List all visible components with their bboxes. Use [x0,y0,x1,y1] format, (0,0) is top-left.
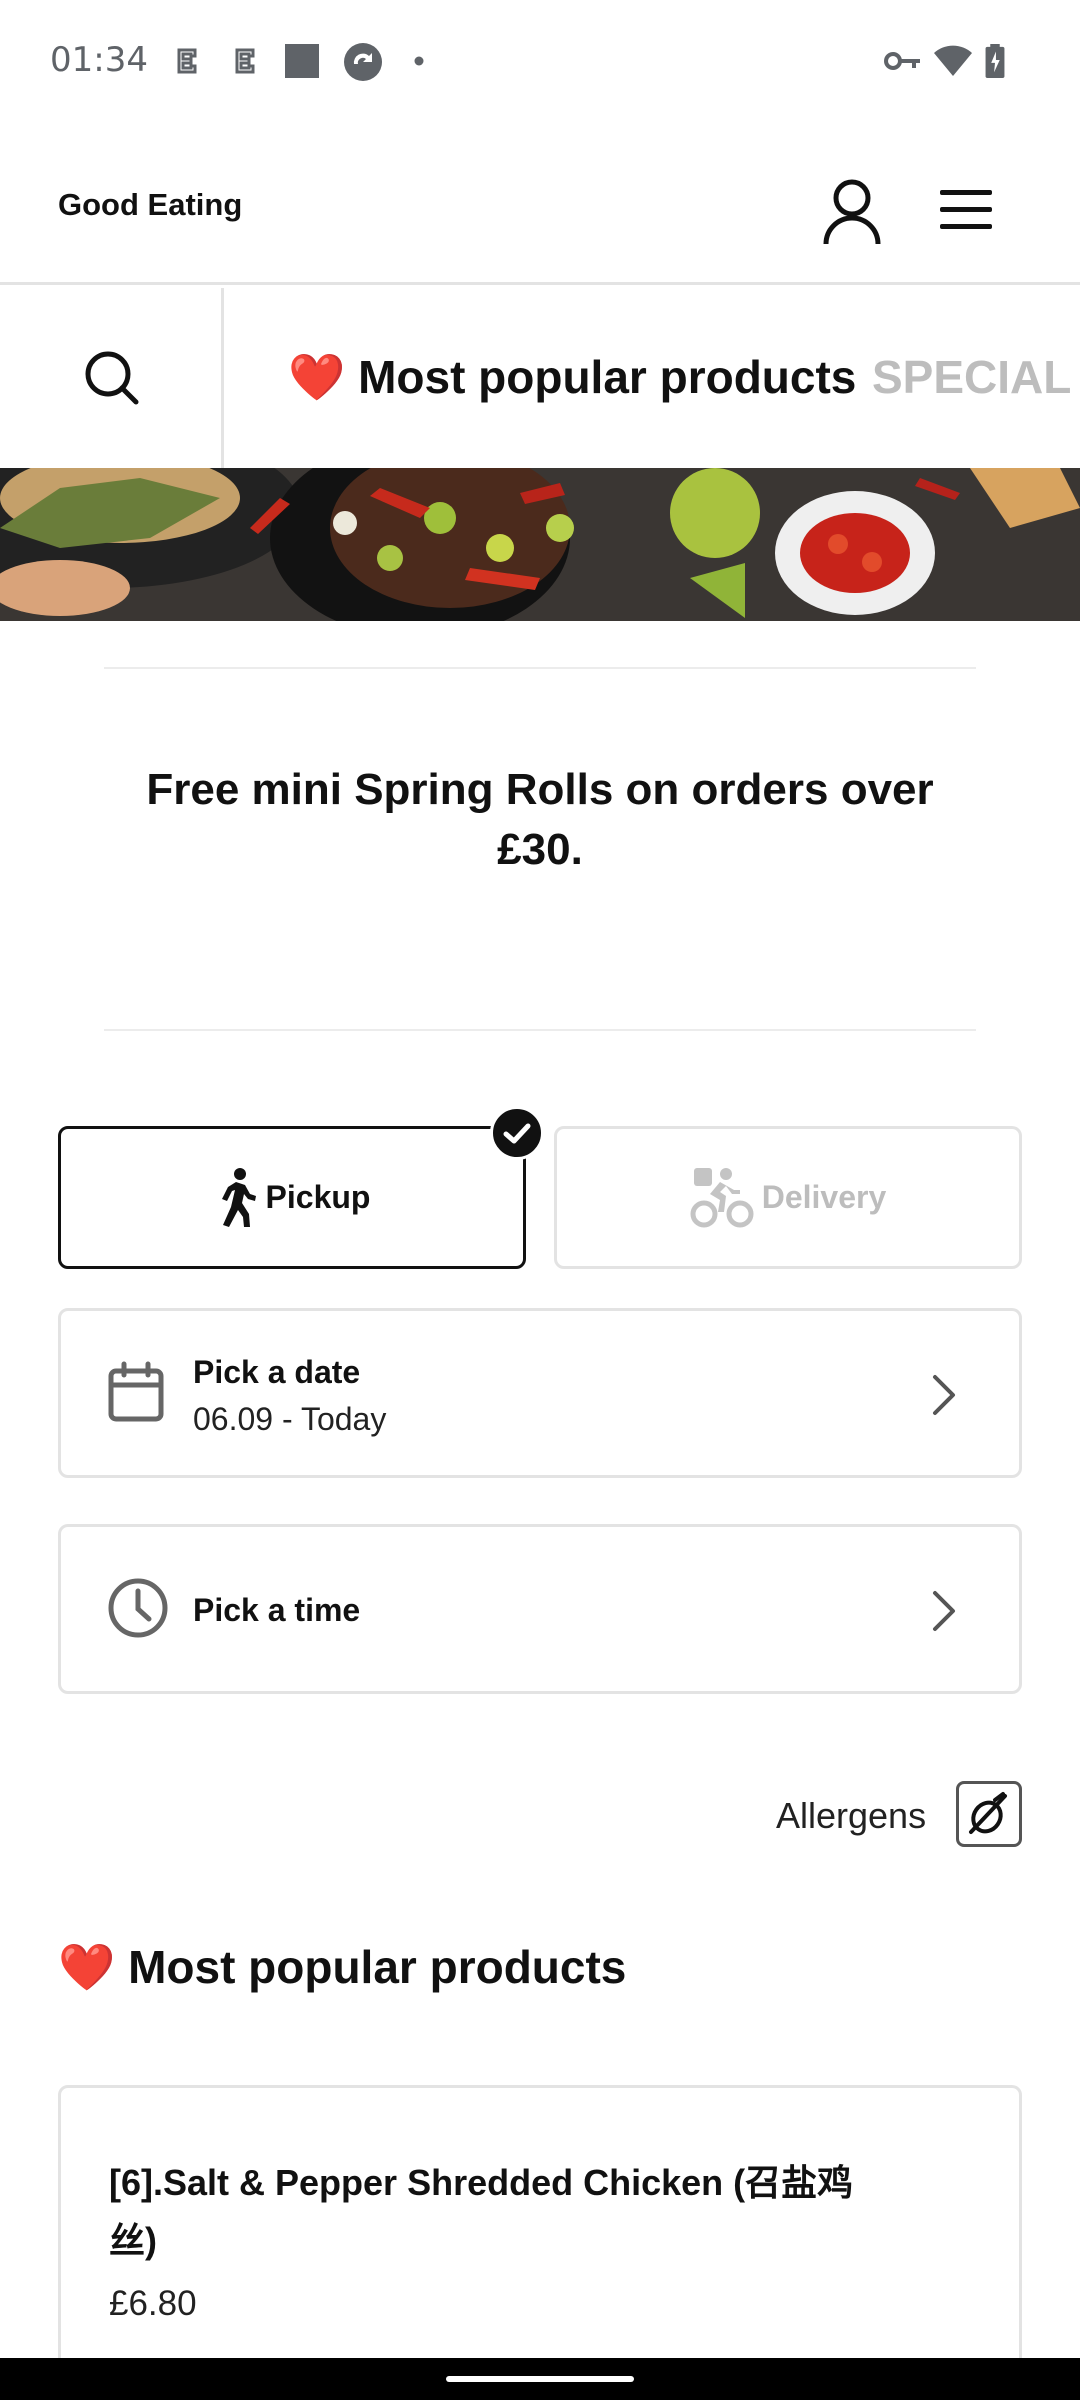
search-button[interactable] [0,288,224,468]
brand-name[interactable]: Good Eating [58,187,242,223]
divider [104,667,976,669]
date-picker-value: 06.09 - Today [193,1401,387,1437]
food-banner-image [0,468,1080,621]
category-bar: ❤️ Most popular products SPECIAL S [0,288,1080,468]
walking-person-icon [221,1167,256,1227]
notification-sync-icon [344,43,382,81]
category-tab-most-popular[interactable]: ❤️ Most popular products [288,350,856,405]
clock-icon [108,1578,168,1638]
status-time: 01:34 [50,40,148,80]
date-picker[interactable]: Pick a date 06.09 - Today [58,1308,1022,1478]
vpn-key-icon [884,52,920,70]
notification-square-icon [285,44,319,78]
allergen-filter-icon [969,1792,1007,1834]
pickup-label: Pickup [265,1179,371,1215]
notification-dot-icon [414,56,424,66]
bicycle-courier-icon [690,1167,754,1227]
checkmark-icon [503,1123,531,1144]
notification-app-icon [177,48,197,74]
app-header: Good Eating [0,125,1080,285]
notification-app-icon-2 [235,48,255,74]
section-title-text: Most popular products [128,1941,627,1993]
date-picker-title: Pick a date [193,1354,361,1390]
section-title-most-popular: ❤️ Most popular products [58,1940,626,1995]
wifi-icon [934,45,972,76]
user-icon[interactable] [812,170,892,250]
home-gesture-handle[interactable] [446,2376,634,2382]
battery-charging-icon [985,44,1005,78]
allergens-label[interactable]: Allergens [776,1795,926,1837]
hamburger-menu-icon[interactable] [930,180,1000,240]
product-price: £6.80 [109,2284,197,2323]
divider [104,1029,976,1031]
chevron-right-icon [933,1375,955,1415]
time-picker-title: Pick a time [193,1592,361,1628]
time-picker[interactable]: Pick a time [58,1524,1022,1694]
promo-message: Free mini Spring Rolls on orders over £3… [146,765,934,874]
heart-icon: ❤️ [288,351,346,403]
category-tab-label: Most popular products [358,351,857,403]
selected-check-badge [490,1106,544,1160]
product-name: [6].Salt & Pepper Shredded Chicken (召盐鸡丝… [109,2162,854,2261]
search-icon [85,351,139,405]
chevron-right-icon [933,1591,955,1631]
delivery-label: Delivery [761,1179,887,1215]
allergens-button[interactable] [956,1781,1022,1847]
product-card[interactable]: [6].Salt & Pepper Shredded Chicken (召盐鸡丝… [58,2085,1022,2400]
status-bar: 01:34 [0,0,1080,125]
category-tab-special[interactable]: SPECIAL S [872,350,1080,404]
category-tab-label: SPECIAL S [872,351,1080,403]
delivery-button[interactable]: Delivery [554,1126,1022,1269]
calendar-icon [108,1361,164,1422]
heart-icon: ❤️ [58,1941,116,1993]
pickup-button[interactable]: Pickup [58,1126,526,1269]
system-navigation-bar [0,2358,1080,2400]
food-photo [0,468,1080,621]
